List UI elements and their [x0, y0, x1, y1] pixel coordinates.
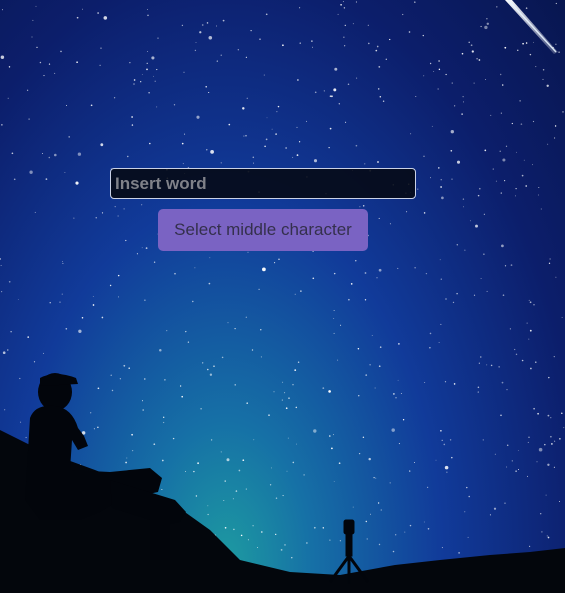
select-middle-character-button[interactable]: Select middle character — [158, 209, 368, 251]
word-input[interactable] — [110, 168, 416, 199]
main-form: Select middle character — [0, 0, 565, 593]
